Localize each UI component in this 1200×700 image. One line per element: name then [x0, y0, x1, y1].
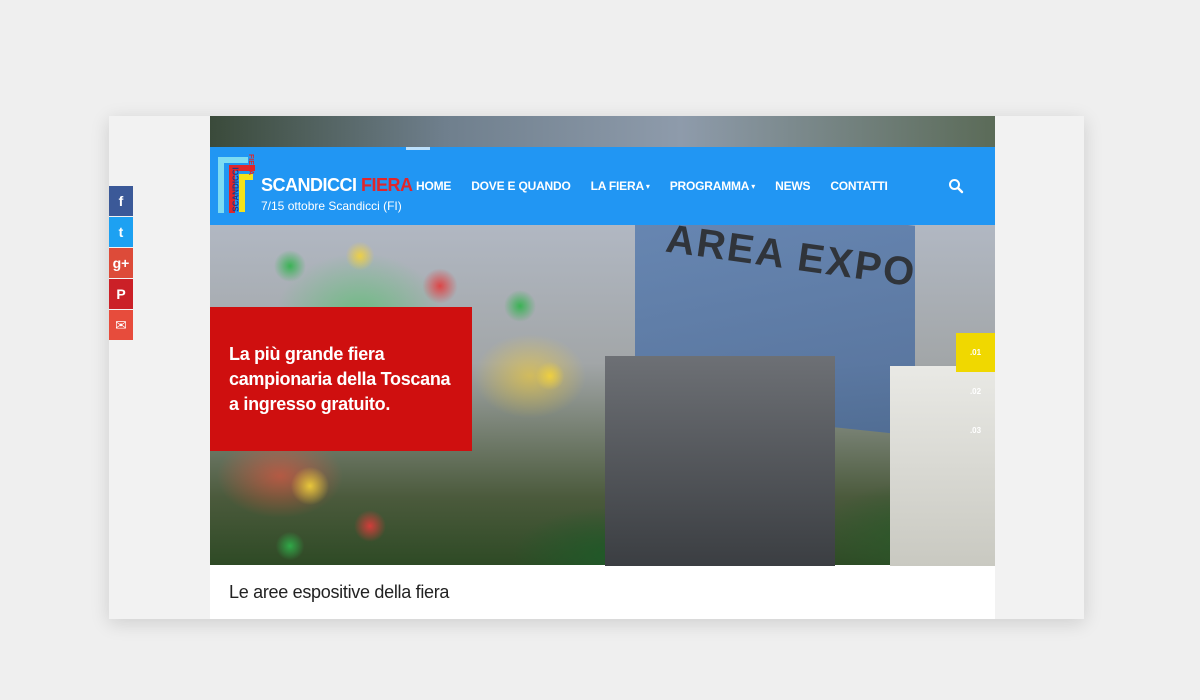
nav-item-label: LA FIERA — [590, 179, 644, 193]
social-share-bar: f t g+ P ✉ — [109, 186, 133, 341]
nav-item-label: PROGRAMMA — [669, 179, 750, 193]
nav-item-label: CONTATTI — [830, 179, 888, 193]
nav-item-dove-e-quando[interactable]: DOVE E QUANDO — [461, 147, 580, 225]
slide-indicator-3[interactable]: .03 — [956, 411, 995, 450]
email-icon[interactable]: ✉ — [109, 310, 133, 340]
section-heading: Le aree espositive della fiera — [229, 582, 450, 602]
hero-callout: La più grande fiera campionaria della To… — [210, 307, 472, 451]
logo-title-accent: FIERA — [361, 175, 413, 195]
logo-icon[interactable]: SCANDICCI FIERA — [218, 154, 258, 215]
hero-callout-text: La più grande fiera campionaria della To… — [229, 344, 451, 414]
main-navbar: SCANDICCI FIERA SCANDICCI FIERA 7/15 ott… — [210, 147, 995, 225]
twitter-icon[interactable]: t — [109, 217, 133, 247]
nav-item-news[interactable]: NEWS — [765, 147, 820, 225]
website: AREA EXPO La più grande fiera campionari… — [210, 116, 995, 619]
google-plus-icon[interactable]: g+ — [109, 248, 133, 278]
slide-indicator-2[interactable]: .02 — [956, 372, 995, 411]
logo-title[interactable]: SCANDICCI FIERA — [261, 175, 413, 195]
caret-down-icon: ▾ — [645, 181, 650, 191]
nav-item-home[interactable]: HOME — [406, 147, 461, 225]
logo-bar-cyan-v — [218, 157, 224, 213]
nav-item-label: DOVE E QUANDO — [471, 179, 571, 193]
logo-title-main: SCANDICCI — [261, 175, 357, 195]
logo-vertical-text-left: SCANDICCI — [231, 167, 241, 212]
slide-indicator-1[interactable]: .01 — [956, 333, 995, 372]
browser-frame: AREA EXPO La più grande fiera campionari… — [109, 116, 1084, 619]
pinterest-icon[interactable]: P — [109, 279, 133, 309]
logo-vertical-text-right: FIERA — [247, 154, 254, 175]
nav-item-label: NEWS — [775, 179, 811, 193]
nav-item-label: HOME — [416, 179, 452, 193]
nav-item-contatti[interactable]: CONTATTI — [820, 147, 897, 225]
caret-down-icon: ▾ — [751, 181, 756, 191]
nav-item-programma[interactable]: PROGRAMMA ▾ — [660, 147, 765, 225]
tent-image — [605, 356, 835, 566]
logo-subtitle: 7/15 ottobre Scandicci (FI) — [261, 199, 402, 213]
slide-indicators: .01.02.03 — [956, 333, 995, 450]
facebook-icon[interactable]: f — [109, 186, 133, 216]
hero-sky — [210, 116, 995, 147]
main-menu: HOME DOVE E QUANDO LA FIERA ▾ PROGRAMMA ▾ NEWS… — [406, 147, 898, 225]
search-icon[interactable] — [948, 178, 964, 194]
nav-item-la-fiera[interactable]: LA FIERA ▾ — [581, 147, 660, 225]
